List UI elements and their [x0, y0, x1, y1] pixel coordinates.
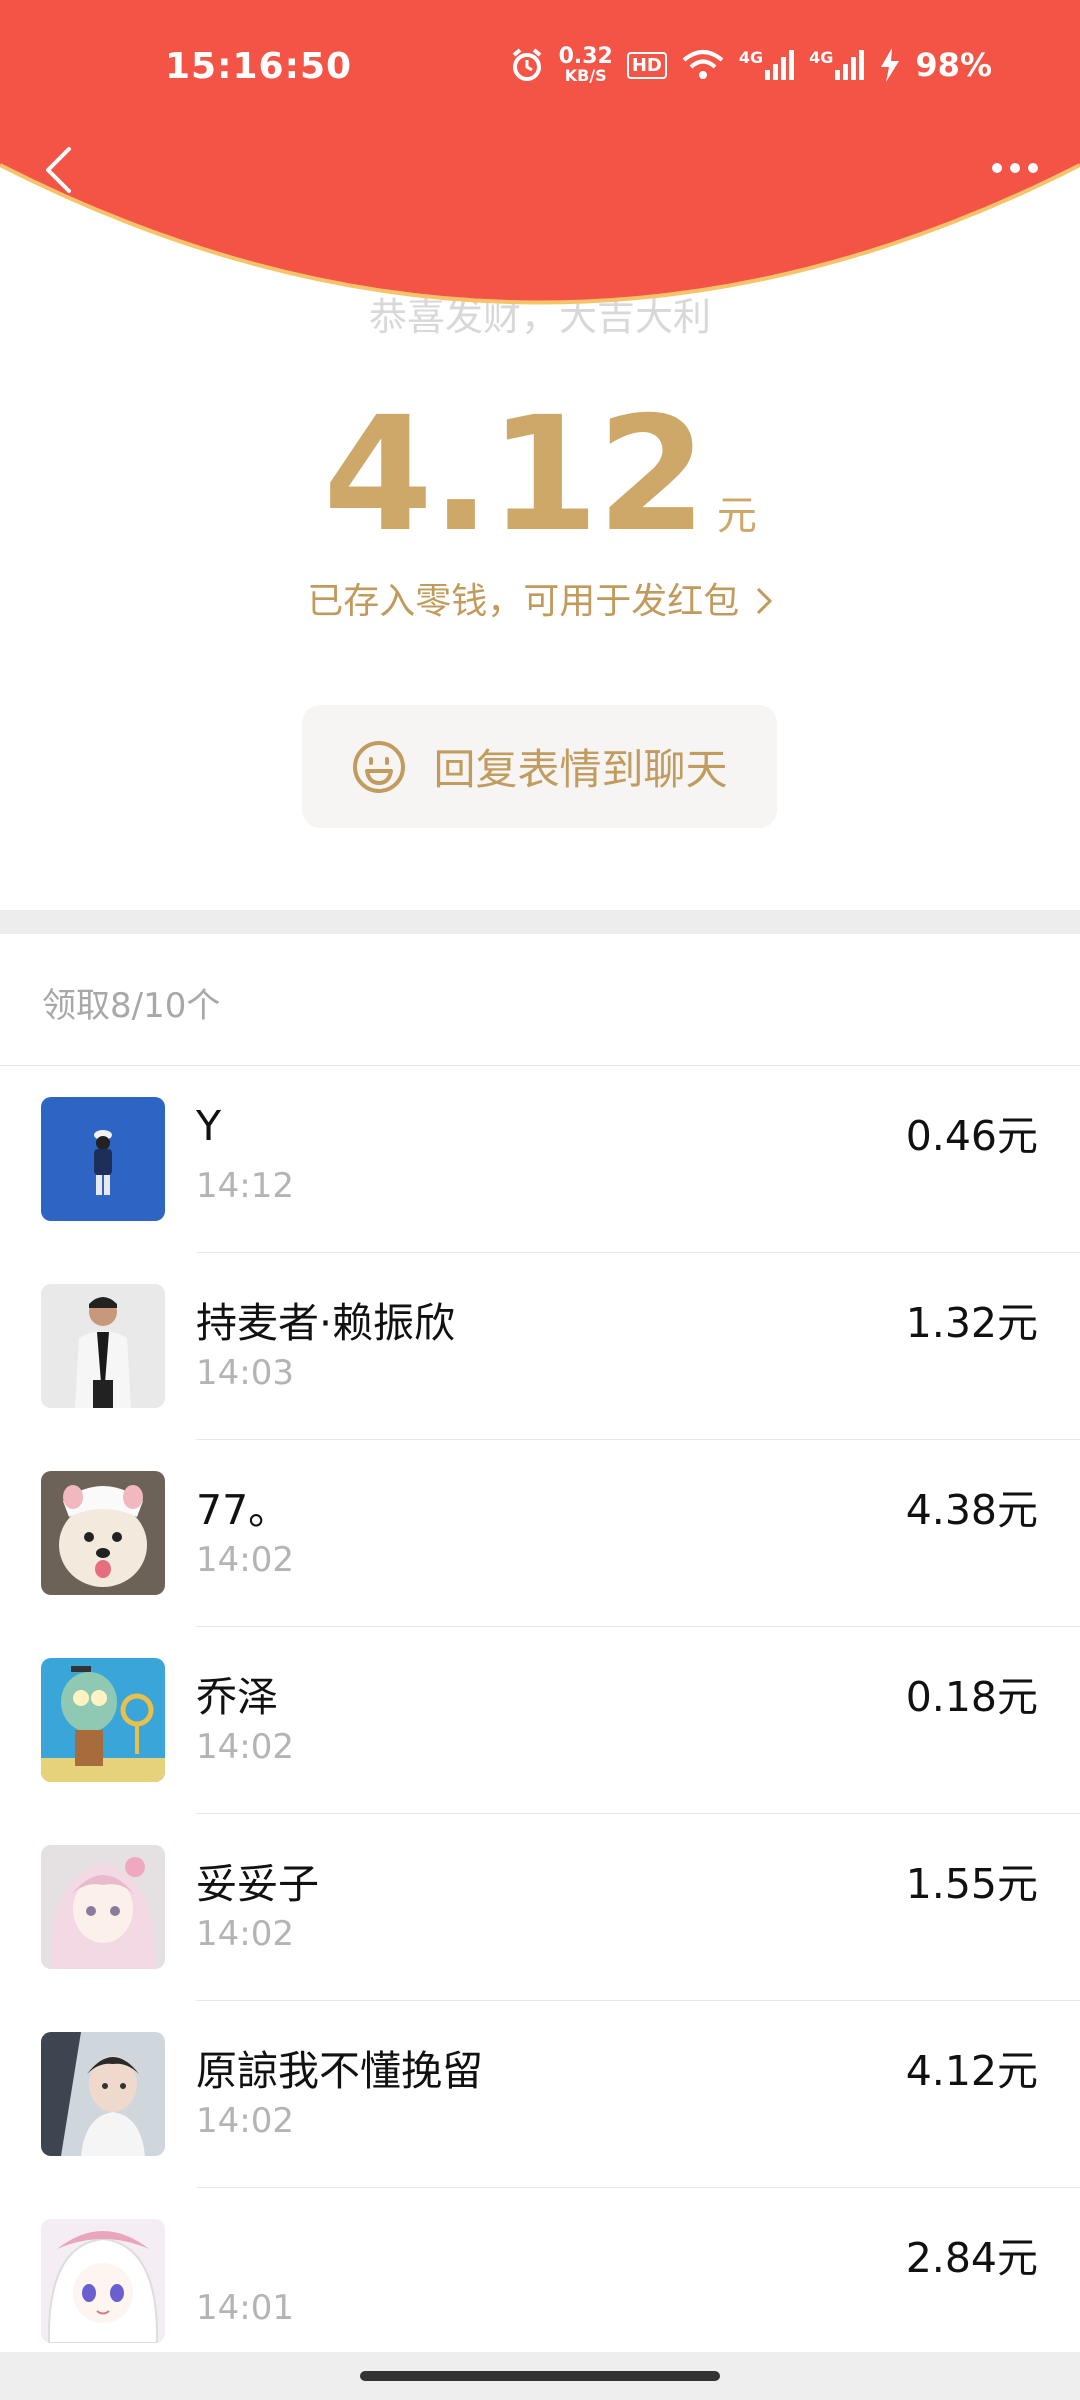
avatar-squidward	[41, 1658, 165, 1782]
status-icons: 0.32 KB/S HD 4G 4G 98%	[509, 46, 992, 84]
signal-bars-icon	[765, 50, 795, 80]
network-speed-unit: KB/S	[564, 66, 607, 85]
alarm-icon	[512, 48, 541, 81]
signal-4g-2-label: 4G	[809, 48, 834, 67]
avatar-anime-white-hair	[41, 2219, 165, 2343]
claim-time: 14:02	[196, 1727, 294, 1767]
chevron-left-icon	[46, 147, 71, 193]
wallet-note-link[interactable]: 已存入零钱，可用于发红包	[0, 572, 1080, 624]
avatar[interactable]	[41, 1845, 165, 1969]
amount-value: 4.12	[323, 383, 707, 567]
charging-icon	[881, 48, 900, 82]
claim-amount: 0.46元	[905, 1112, 1038, 1160]
back-button[interactable]	[28, 140, 88, 200]
avatar-man-white-jacket	[41, 1284, 165, 1408]
avatar[interactable]	[41, 2032, 165, 2156]
avatar[interactable]	[41, 1097, 165, 1221]
claim-amount: 1.55元	[905, 1860, 1038, 1908]
recipient-list: Y 14:12 0.46元 持麦者·赖振欣 14:03 1.32元 77。 14…	[0, 1066, 1080, 2375]
network-speed-value: 0.32	[558, 44, 613, 69]
more-dot	[992, 163, 1002, 173]
claim-amount: 1.32元	[905, 1299, 1038, 1347]
avatar-puppy	[41, 1471, 165, 1595]
more-options-button[interactable]	[980, 148, 1050, 188]
signal-bars-icon	[835, 50, 865, 80]
recipient-name: 77。	[196, 1486, 290, 1534]
reply-sticker-button[interactable]: 回复表情到聊天	[302, 705, 777, 828]
reply-sticker-label: 回复表情到聊天	[433, 745, 728, 794]
received-amount: 4.12 元	[0, 395, 1080, 555]
avatar[interactable]	[41, 1284, 165, 1408]
recipient-name: 乔泽	[196, 1673, 278, 1721]
claim-amount: 4.12元	[905, 2047, 1038, 2095]
recipient-row[interactable]: 77。 14:02 4.38元	[0, 1440, 1080, 1627]
recipient-row[interactable]: 14:01 2.84元	[0, 2188, 1080, 2375]
avatar-blue-figure	[41, 1097, 165, 1221]
chevron-right-icon	[756, 587, 772, 615]
avatar[interactable]	[41, 1471, 165, 1595]
recipient-row[interactable]: 乔泽 14:02 0.18元	[0, 1627, 1080, 1814]
signal-4g-1-label: 4G	[738, 48, 764, 67]
claim-time: 14:01	[196, 2288, 294, 2328]
status-time: 15:16:50	[165, 46, 353, 87]
avatar[interactable]	[41, 2219, 165, 2343]
more-dot	[1028, 163, 1038, 173]
recipient-name: Y	[196, 1102, 222, 1150]
claim-time: 14:02	[196, 2101, 294, 2141]
recipient-name: 持麦者·赖振欣	[196, 1299, 456, 1347]
amount-unit: 元	[716, 493, 757, 539]
avatar[interactable]	[41, 1658, 165, 1782]
claim-amount: 2.84元	[905, 2234, 1038, 2282]
more-dot	[1010, 163, 1020, 173]
claim-time: 14:02	[196, 1540, 294, 1580]
claim-time: 14:03	[196, 1353, 294, 1393]
claim-summary: 领取8/10个	[42, 986, 221, 1026]
avatar-anime-girl-pink	[41, 1845, 165, 1969]
signal-4g-2: 4G	[809, 50, 865, 80]
recipient-row[interactable]: 原諒我不懂挽留 14:02 4.12元	[0, 2001, 1080, 2188]
claim-amount: 0.18元	[905, 1673, 1038, 1721]
recipient-row[interactable]: Y 14:12 0.46元	[0, 1066, 1080, 1253]
claim-amount: 4.38元	[905, 1486, 1038, 1534]
network-speed: 0.32 KB/S	[559, 46, 613, 84]
wifi-icon	[682, 50, 724, 79]
section-divider	[0, 910, 1080, 934]
home-indicator[interactable]	[360, 2371, 720, 2381]
wallet-note-text: 已存入零钱，可用于发红包	[307, 581, 740, 622]
recipient-name: 妥妥子	[196, 1860, 319, 1908]
recipient-row[interactable]: 妥妥子 14:02 1.55元	[0, 1814, 1080, 2001]
hd-icon: HD	[626, 51, 667, 79]
recipient-name: 原諒我不懂挽留	[196, 2047, 483, 2095]
avatar-boy-car	[41, 2032, 165, 2156]
smile-icon	[353, 740, 406, 793]
claim-time: 14:12	[196, 1166, 294, 1206]
signal-4g-1: 4G	[739, 50, 795, 80]
recipient-row[interactable]: 持麦者·赖振欣 14:03 1.32元	[0, 1253, 1080, 1440]
battery-percent: 98%	[915, 46, 992, 84]
claim-time: 14:02	[196, 1914, 294, 1954]
status-bar: 15:16:50 0.32 KB/S HD 4G 4G 98%	[0, 0, 1080, 135]
